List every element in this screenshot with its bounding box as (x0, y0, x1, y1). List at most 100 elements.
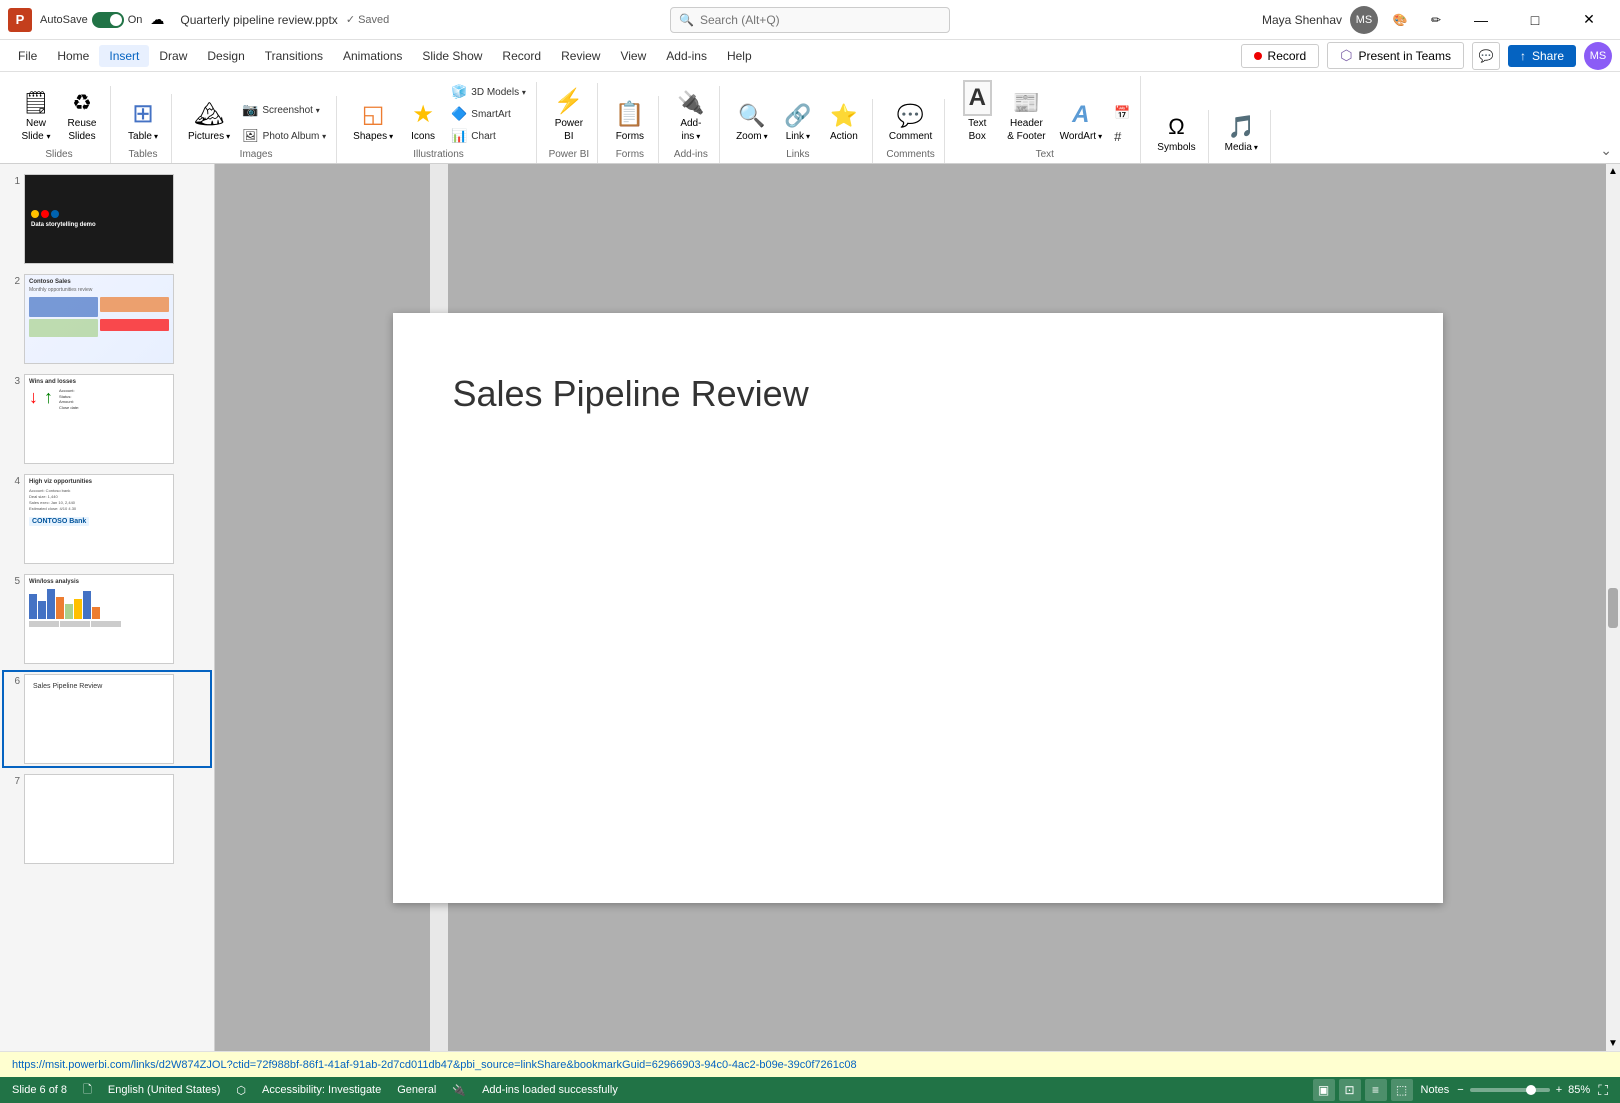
table-btn[interactable]: ⊞ Table ▾ (121, 94, 165, 146)
menu-review[interactable]: Review (551, 45, 610, 67)
addins-icon: 🔌 (677, 90, 704, 116)
slide-thumb-7 (24, 774, 174, 864)
slideshow-btn[interactable]: ⬚ (1391, 1079, 1413, 1101)
slide-item-4[interactable]: 4 High viz opportunities Account: Contos… (4, 472, 210, 566)
present-in-teams-btn[interactable]: ⬡ Present in Teams (1327, 42, 1464, 69)
action-btn[interactable]: ⭐ Action (822, 99, 866, 146)
search-box[interactable]: 🔍 (670, 7, 950, 33)
scroll-thumb[interactable] (1608, 588, 1618, 628)
slide-item-5[interactable]: 5 Win/loss analysis (4, 572, 210, 666)
search-input[interactable] (700, 13, 941, 27)
slide-sorter-btn[interactable]: ⊡ (1339, 1079, 1361, 1101)
menu-addins[interactable]: Add-ins (656, 45, 717, 67)
slide-thumb-1: Data storytelling demo (24, 174, 174, 264)
autosave-toggle[interactable] (92, 12, 124, 28)
zoom-slider[interactable] (1470, 1088, 1550, 1092)
wordart-btn[interactable]: A WordArt ▾ (1054, 97, 1109, 146)
slide-item-2[interactable]: 2 Contoso Sales Monthly opportunities re… (4, 272, 210, 366)
close-btn[interactable]: ✕ (1566, 0, 1612, 40)
images-group-label: Images (240, 146, 273, 163)
right-scrollbar[interactable]: ▲ ▼ (1606, 164, 1620, 1051)
media-btn[interactable]: 🎵 Media ▾ (1219, 110, 1264, 157)
icons-btn[interactable]: ★ Icons (401, 96, 445, 146)
comment-insert-btn[interactable]: 💬 Comment (883, 99, 938, 146)
menu-file[interactable]: File (8, 45, 47, 67)
menu-transitions[interactable]: Transitions (255, 45, 333, 67)
menu-draw[interactable]: Draw (149, 45, 197, 67)
chart-btn[interactable]: 📊 Chart (447, 126, 530, 146)
menu-slideshow[interactable]: Slide Show (412, 45, 492, 67)
minimize-btn[interactable]: — (1458, 0, 1504, 40)
normal-view-btn[interactable]: ▣ (1313, 1079, 1335, 1101)
forms-btn[interactable]: 📋 Forms (608, 96, 652, 146)
zoom-level[interactable]: 85% (1568, 1084, 1590, 1096)
status-bar: Slide 6 of 8 🗋 English (United States) ⬡… (0, 1077, 1620, 1103)
teams-icon: ⬡ (1340, 47, 1352, 64)
scroll-up-btn[interactable]: ▲ (1606, 164, 1620, 179)
record-btn[interactable]: Record (1241, 44, 1320, 68)
url-text[interactable]: https://msit.powerbi.com/links/d2W874ZJO… (12, 1059, 857, 1071)
zoom-out-btn[interactable]: − (1457, 1084, 1463, 1096)
table-icon: ⊞ (132, 98, 154, 129)
slide-number-btn[interactable]: # (1110, 127, 1134, 146)
zoom-btn[interactable]: 🔍 Zoom ▾ (730, 99, 774, 146)
smartart-btn[interactable]: 🔷 SmartArt (447, 104, 530, 124)
symbols-icon: Ω (1168, 114, 1184, 140)
profile-pic[interactable]: MS (1584, 42, 1612, 70)
record-dot-icon (1254, 52, 1262, 60)
slide-item-7[interactable]: 7 (4, 772, 210, 866)
pictures-btn[interactable]: 🏔 Pictures ▾ (182, 96, 236, 146)
shapes-btn[interactable]: ◱ Shapes ▾ (347, 96, 399, 146)
3d-models-btn[interactable]: 🧊 3D Models ▾ (447, 82, 530, 102)
ribbon-expand-btn[interactable]: ⌄ (1600, 142, 1612, 159)
reading-view-btn[interactable]: ≡ (1365, 1079, 1387, 1101)
menu-home[interactable]: Home (47, 45, 99, 67)
comment-btn[interactable]: 💬 (1472, 42, 1500, 70)
ribbon-group-media: 🎵 Media ▾ (1213, 110, 1271, 163)
slide-item-3[interactable]: 3 Wins and losses ↓ ↑ Account:Status:Amo… (4, 372, 210, 466)
textbox-btn[interactable]: A Text Box (955, 76, 999, 146)
zoom-in-btn[interactable]: + (1556, 1084, 1562, 1096)
menu-animations[interactable]: Animations (333, 45, 412, 67)
menu-insert[interactable]: Insert (99, 45, 149, 67)
menu-view[interactable]: View (610, 45, 656, 67)
ribbon-group-images: 🏔 Pictures ▾ 📷 Screenshot ▾ 🖼 Photo Albu… (176, 96, 337, 163)
powerbi-btn[interactable]: ⚡ Power BI (547, 83, 591, 146)
symbols-btn[interactable]: Ω Symbols (1151, 110, 1201, 157)
new-slide-icon: 🗒 (22, 90, 50, 116)
pen-icon[interactable]: ✏ (1422, 6, 1450, 34)
maximize-btn[interactable]: □ (1512, 0, 1558, 40)
menu-design[interactable]: Design (197, 45, 254, 67)
date-time-btn[interactable]: 📅 (1110, 103, 1134, 123)
new-slide-btn[interactable]: 🗒 New Slide ▾ (14, 86, 58, 146)
title-bar-left: P AutoSave On ☁ Quarterly pipeline revie… (8, 8, 543, 32)
menu-help[interactable]: Help (717, 45, 762, 67)
slide-thumb-4: High viz opportunities Account: Contoso … (24, 474, 174, 564)
powerbi-icon: ⚡ (554, 87, 584, 116)
menu-record[interactable]: Record (492, 45, 551, 67)
powerbi-group-label: Power BI (549, 146, 590, 163)
share-btn[interactable]: ↑ Share (1508, 45, 1576, 67)
slide-item-1[interactable]: 1 Data storytelling demo (4, 172, 210, 266)
scroll-down-btn[interactable]: ▼ (1606, 1036, 1620, 1051)
illustrations-group-label: Illustrations (413, 146, 464, 163)
ribbon-icon[interactable]: 🎨 (1386, 6, 1414, 34)
slide-item-6[interactable]: 6 Sales Pipeline Review (4, 672, 210, 766)
header-footer-btn[interactable]: 📰 Header & Footer (1001, 86, 1051, 146)
fit-slide-btn[interactable]: ⛶ (1598, 1082, 1608, 1099)
addins-btn[interactable]: 🔌 Add- ins ▾ (669, 86, 713, 146)
slide-thumb-6: Sales Pipeline Review (24, 674, 174, 764)
addins-group-label: Add-ins (674, 146, 708, 163)
action-icon: ⭐ (830, 103, 857, 129)
reuse-slides-btn[interactable]: ♻ Reuse Slides (60, 86, 104, 146)
accessibility-icon: ⬡ (236, 1084, 246, 1097)
screenshot-btn[interactable]: 📷 Screenshot ▾ (238, 100, 330, 120)
cloud-icon: ☁ (150, 11, 164, 28)
notes-btn[interactable]: Notes (1421, 1084, 1450, 1096)
slide-thumb-5: Win/loss analysis (24, 574, 174, 664)
photo-album-btn[interactable]: 🖼 Photo Album ▾ (238, 126, 330, 146)
accessibility-label[interactable]: Accessibility: Investigate (262, 1084, 381, 1096)
link-btn[interactable]: 🔗 Link ▾ (776, 99, 820, 146)
link-icon: 🔗 (784, 103, 811, 129)
slide-canvas[interactable]: Sales Pipeline Review (393, 313, 1443, 903)
